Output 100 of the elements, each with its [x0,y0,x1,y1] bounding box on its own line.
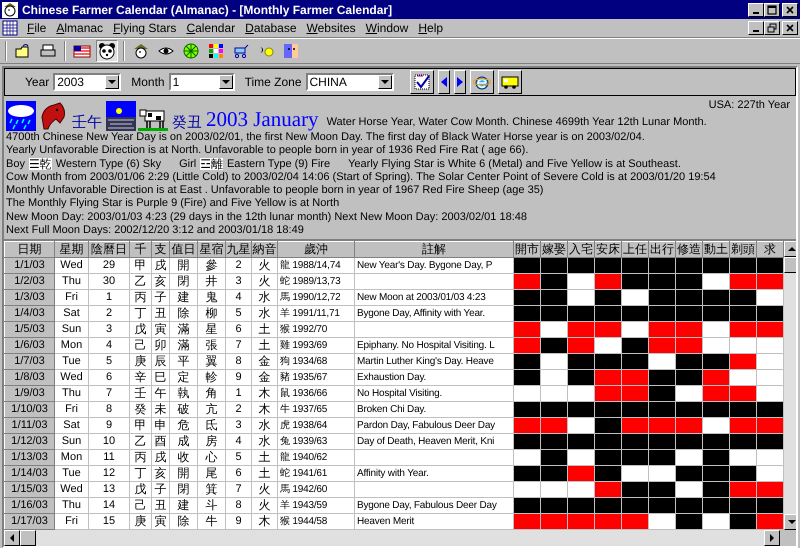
table-cell: 木 [252,513,278,530]
row-header[interactable]: 1/1/03 [4,258,54,274]
row-header[interactable]: 1/11/03 [4,418,54,434]
info-line: Yearly Unfavorable Direction is at North. Unfavorable to people born in year of 1936 Red Fire Rat ( age 66). [6,144,530,158]
bus-button[interactable] [498,70,522,94]
column-header[interactable]: 修造 [676,242,702,258]
table-cell: 火 [252,497,278,514]
previous-button[interactable] [438,70,450,94]
column-header[interactable]: 星期 [54,242,88,258]
table-cell: 火 [252,258,278,274]
table-cell: 執 [170,386,198,402]
table-cell: Bygone Day, Affinity with Year. [354,306,514,322]
column-header[interactable]: 開市 [514,242,540,258]
menu-item[interactable]: File [22,21,52,35]
column-header[interactable]: 星宿 [198,242,226,258]
table-cell: 張 [198,338,226,354]
row-header[interactable]: 1/12/03 [4,434,54,450]
row-header[interactable]: 1/13/03 [4,450,54,466]
table-cell: 破 [170,402,198,418]
horizontal-scrollbar[interactable] [4,530,780,546]
row-header[interactable]: 1/14/03 [4,465,54,482]
table-cell: 龍 1988/14,74 [278,258,354,274]
column-header[interactable]: 剃頭 [730,242,756,258]
column-header[interactable]: 嫁娶 [540,242,568,258]
globe-e-button[interactable] [470,70,494,94]
column-header[interactable]: 出行 [648,242,676,258]
close-button[interactable] [782,21,798,35]
vertical-scrollbar[interactable] [784,241,796,530]
month-ganzhi: 癸丑 [172,116,202,129]
restore-icon [767,23,777,33]
year-ganzhi: 壬午 [72,116,102,129]
column-header[interactable]: 陰曆日 [88,242,130,258]
table-cell: 井 [198,274,226,290]
row-header[interactable]: 1/5/03 [4,322,54,338]
table-cell: 2 [226,258,252,274]
row-header[interactable]: 1/10/03 [4,402,54,418]
dropdown[interactable]: 1 [168,73,235,91]
calendar-check-button[interactable] [410,70,434,94]
column-header[interactable]: 支 [152,242,170,258]
column-header[interactable]: 日期 [4,242,54,258]
column-header[interactable]: 納音 [252,242,278,258]
menu-item[interactable]: Flying Stars [108,21,182,35]
table-cell: 6 [226,322,252,338]
row-header[interactable]: 1/15/03 [4,481,54,498]
column-header[interactable]: 值日 [170,242,198,258]
row-header[interactable]: 1/3/03 [4,290,54,306]
row-header[interactable]: 1/16/03 [4,497,54,514]
maximize-button[interactable] [764,2,780,16]
table-cell: 蛇 1941/61 [278,465,354,482]
scroll-thumb[interactable] [20,530,36,546]
table-cell: Fri [54,290,88,306]
restore-button[interactable] [764,21,780,35]
table-cell: 豬 1935/67 [278,370,354,386]
column-header[interactable]: 求 [756,242,784,258]
column-header[interactable]: 安床 [594,242,622,258]
menu-item[interactable]: Window [360,21,414,35]
close-button[interactable] [782,2,798,16]
column-header[interactable]: 註解 [354,242,514,258]
menu-item[interactable]: Almanac [51,21,108,35]
row-header[interactable]: 1/17/03 [4,513,54,530]
calendar-grid-icon[interactable] [2,20,18,36]
table-cell: No Hospital Visiting. [354,386,514,402]
trigram-label: Boy [6,158,25,171]
scroll-thumb[interactable] [784,257,796,274]
table-cell: 虎 1938/64 [278,418,354,434]
table-cell: 軫 [198,370,226,386]
row-header[interactable]: 1/6/03 [4,338,54,354]
table-cell: Affinity with Year. [354,465,514,482]
row-header[interactable]: 1/7/03 [4,354,54,370]
column-header[interactable]: 上任 [622,242,648,258]
table-cell: 金 [252,370,278,386]
column-header[interactable]: 九星 [226,242,252,258]
column-header[interactable]: 入宅 [568,242,594,258]
column-header[interactable]: 動土 [702,242,730,258]
table-cell: 危 [170,418,198,434]
next-button[interactable] [454,70,466,94]
dropdown[interactable]: 2003 [53,73,122,91]
menu-item[interactable]: Help [413,21,448,35]
menu-item[interactable]: Database [240,21,302,35]
row-header[interactable]: 1/8/03 [4,370,54,386]
row-header[interactable]: 1/9/03 [4,386,54,402]
table-cell: Wed [54,258,88,274]
row-header[interactable]: 1/2/03 [4,274,54,290]
menu-item[interactable]: Websites [302,21,361,35]
minimize-button[interactable] [748,21,764,35]
minimize-button[interactable] [748,2,764,16]
table-cell: 亢 [198,402,226,418]
table-cell: 1 [226,386,252,402]
table-cell: Thu [54,274,88,290]
menu-item[interactable]: Calendar [181,21,240,35]
table-cell: 6 [226,465,252,482]
dropdown[interactable]: CHINA [306,73,394,91]
column-header[interactable]: 歲沖 [278,242,354,258]
row-header[interactable]: 1/4/03 [4,306,54,322]
table-cell: 成 [170,434,198,450]
table-cell: 水 [252,306,278,322]
right-triangle-icon [456,77,463,87]
panda-icon[interactable] [96,40,118,62]
window-title: Chinese Farmer Calendar (Almanac) - [Monthly Farmer Calendar] [22,2,392,16]
column-header[interactable]: 千 [130,242,152,258]
